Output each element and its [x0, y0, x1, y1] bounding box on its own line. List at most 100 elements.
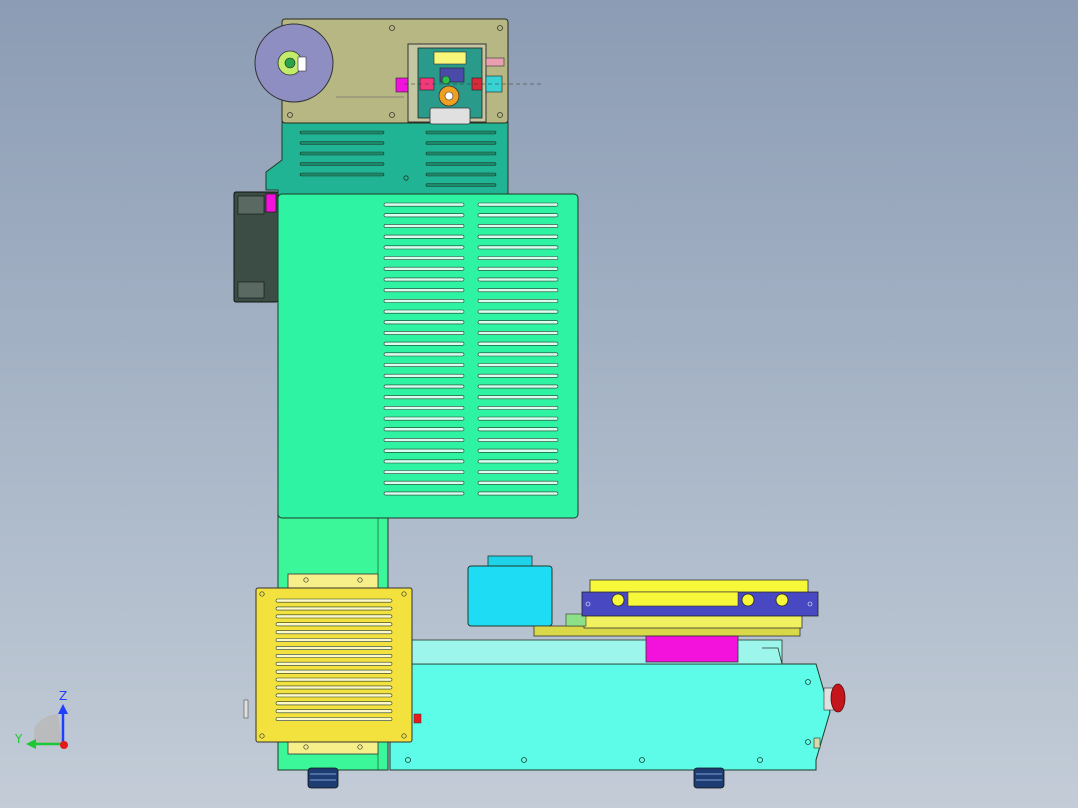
vent-slot: [477, 213, 559, 218]
vent-slot: [477, 416, 559, 421]
vent-slot: [299, 151, 385, 156]
axis-triad: Z Y: [14, 689, 68, 749]
vent-slot: [477, 341, 559, 346]
vent-slot: [425, 151, 497, 156]
y-arrow-icon: [26, 739, 36, 749]
vent-slot: [383, 491, 465, 496]
vent-slot: [383, 373, 465, 378]
vent-slot: [383, 459, 465, 464]
vent-slot: [383, 266, 465, 271]
vent-slot: [383, 256, 465, 261]
vent-slot: [383, 224, 465, 228]
z-arrow-icon: [58, 704, 68, 714]
rear-side-box: [233, 191, 279, 303]
vent-slot: [477, 331, 559, 335]
vent-slot: [477, 309, 559, 314]
grille-slot: [275, 661, 393, 666]
machine-drawing: Z Y: [14, 18, 846, 789]
vent-slot: [425, 172, 497, 177]
origin-dot: [60, 741, 68, 749]
vent-slot: [425, 162, 497, 166]
vent-slot: [425, 183, 497, 187]
vent-slot: [383, 245, 465, 250]
right-foot: [693, 767, 725, 789]
vent-slot: [383, 405, 465, 410]
machine-base: [389, 639, 831, 771]
feed-mechanism: [395, 43, 544, 125]
vent-slot: [477, 245, 559, 250]
vent-slot: [477, 438, 559, 442]
upper-housing: [265, 121, 509, 196]
grille-slot: [275, 701, 393, 706]
grille-slot: [275, 598, 393, 603]
left-grille-box: [243, 573, 422, 755]
slide-table: [533, 579, 819, 637]
grille-slot: [275, 646, 393, 650]
vent-slot: [477, 373, 559, 378]
vent-slot: [383, 213, 465, 218]
vent-slot: [477, 480, 559, 485]
vent-slot: [477, 384, 559, 389]
vent-slot: [477, 363, 559, 368]
vent-slot: [383, 234, 465, 239]
grille-slot: [275, 630, 393, 635]
vent-slot: [383, 341, 465, 346]
vent-slot: [383, 288, 465, 293]
vent-slot: [477, 320, 559, 325]
vent-slot: [383, 277, 465, 282]
vent-slot: [383, 384, 465, 389]
vent-slot: [383, 416, 465, 421]
vent-slot: [477, 491, 559, 496]
vent-slot: [477, 266, 559, 271]
vent-slot: [477, 405, 559, 410]
vent-slot: [477, 224, 559, 228]
grille-slot: [275, 677, 393, 682]
vent-slot: [477, 448, 559, 453]
vent-slot: [383, 331, 465, 335]
vent-slot: [383, 298, 465, 303]
vent-slot: [477, 298, 559, 303]
vent-slot: [299, 172, 385, 177]
magenta-block: [645, 635, 739, 663]
vent-slot: [383, 363, 465, 368]
axis-plane-icon: [34, 714, 62, 744]
grille-slot: [275, 653, 393, 658]
vent-slot: [477, 427, 559, 432]
grille-slot: [275, 717, 393, 722]
vent-slot: [383, 480, 465, 485]
z-axis-label: Z: [59, 689, 67, 703]
vent-slot: [477, 277, 559, 282]
grille-slot: [275, 709, 393, 714]
vent-slot: [383, 427, 465, 432]
left-foot: [307, 767, 339, 789]
vent-slot: [383, 470, 465, 475]
vent-slot: [299, 162, 385, 166]
grille-slot: [275, 669, 393, 674]
vent-slot: [383, 320, 465, 325]
cad-viewport[interactable]: Z Y: [0, 0, 1078, 808]
machine-feet: [307, 767, 725, 789]
vent-slot: [477, 234, 559, 239]
grille-slot: [275, 606, 393, 611]
vent-slot: [383, 202, 465, 207]
vent-slot: [425, 130, 497, 135]
vent-slot: [477, 256, 559, 261]
vent-slot: [383, 395, 465, 400]
grille-slot: [275, 622, 393, 627]
vent-slot: [477, 288, 559, 293]
film-spool: [254, 23, 334, 103]
vent-slot: [477, 395, 559, 400]
vent-slot: [383, 352, 465, 357]
vent-slot: [299, 141, 385, 145]
vent-slot: [383, 438, 465, 442]
grille-slot: [275, 693, 393, 698]
vent-slot: [383, 448, 465, 453]
vent-slot: [477, 470, 559, 475]
grille-slot: [275, 685, 393, 690]
emergency-stop-button: [823, 683, 846, 713]
y-axis-label: Y: [14, 732, 23, 746]
vent-slot: [477, 202, 559, 207]
front-cover-panel: [277, 193, 579, 519]
top-motor-box: [467, 555, 553, 627]
vent-slot: [383, 309, 465, 314]
